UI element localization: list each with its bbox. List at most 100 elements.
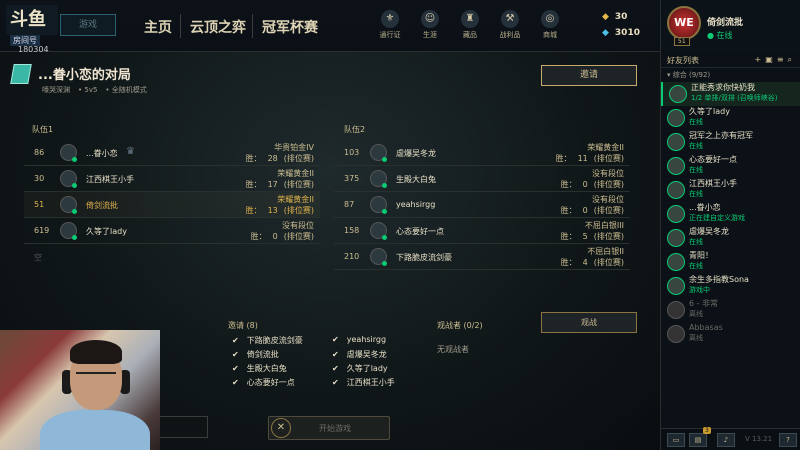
top-navigation-bar: 斗鱼 房间号 180304 游戏 主页 云顶之弈 冠军杯赛 ⚜ 通行证 ☺ 生涯 ♜… bbox=[0, 0, 660, 54]
riot-points: ◆ 3010 bbox=[602, 28, 640, 38]
collection-icon: ♜ bbox=[461, 10, 479, 28]
start-game-button[interactable]: ✕ 开始游戏 bbox=[268, 416, 390, 440]
player-level: 158 bbox=[344, 226, 360, 235]
online-dot bbox=[72, 183, 77, 188]
nav-pass-label: 通行证 bbox=[379, 31, 401, 39]
nav-divider bbox=[252, 14, 253, 38]
friends-tools: +▣≡⌕ bbox=[755, 55, 796, 65]
player-row[interactable]: 375 生殿大白兔 没有段位 胜： 0 (排位赛) bbox=[334, 166, 630, 192]
friend-group-label: 综合 (9/92) bbox=[672, 71, 711, 79]
friend-item[interactable]: 虐爆吴冬龙 在线 bbox=[661, 226, 800, 250]
online-dot bbox=[72, 157, 77, 162]
player-row[interactable]: 103 虐爆吴冬龙 荣耀黄金II 胜： 11 (排位赛) bbox=[334, 140, 630, 166]
webcam-glasses bbox=[76, 372, 116, 382]
nav-loot[interactable]: ⚒ 战利品 bbox=[490, 10, 530, 40]
friend-item[interactable]: 青阳！ 在线 bbox=[661, 250, 800, 274]
invited-name: 江西棋王小手 bbox=[346, 378, 395, 387]
wins-count: 5 bbox=[582, 232, 588, 241]
player-rank: 荣耀黄金II bbox=[277, 169, 314, 178]
player-name: 下路脆皮流剑豪 bbox=[396, 253, 452, 262]
profile-level: 51 bbox=[674, 37, 690, 46]
chat-icon[interactable]: ▭ bbox=[667, 433, 685, 447]
nav-home[interactable]: 主页 bbox=[144, 17, 172, 37]
player-row[interactable]: 30 江西棋王小手 荣耀黄金II 胜： 17 (排位赛) bbox=[24, 166, 320, 192]
player-row[interactable]: 51 倚剑流批 荣耀黄金II 胜： 13 (排位赛) bbox=[24, 192, 320, 218]
friend-item[interactable]: 余生多指教Sona 游戏中 bbox=[661, 274, 800, 298]
empty-slot[interactable]: 空 bbox=[24, 244, 320, 270]
friend-item[interactable]: ...眷小恋 正在建自定义游戏 bbox=[661, 202, 800, 226]
queue-type: (排位赛) bbox=[593, 232, 624, 241]
friend-item[interactable]: 6 - 非常 离线 bbox=[661, 298, 800, 322]
spectate-button[interactable]: 观战 bbox=[541, 312, 637, 333]
friend-status: 游戏中 bbox=[689, 286, 710, 294]
friend-item[interactable]: Abbasas 离线 bbox=[661, 322, 800, 346]
nav-clash[interactable]: 冠军杯赛 bbox=[262, 17, 318, 37]
friend-group-header[interactable]: ▾ 综合 (9/92) bbox=[661, 68, 800, 82]
nav-collection[interactable]: ♜ 藏品 bbox=[450, 10, 490, 40]
friend-avatar bbox=[667, 205, 685, 223]
invited-item: ✔ 倚剑流批 bbox=[232, 349, 332, 363]
player-name: 心态要好一点 bbox=[396, 227, 444, 236]
nav-profile[interactable]: ☺ 生涯 bbox=[410, 10, 450, 40]
friend-status: 在线 bbox=[689, 142, 703, 150]
player-stats: 胜： 5 (排位赛) bbox=[555, 231, 624, 242]
invited-title: 邀请 (8) bbox=[228, 321, 258, 330]
wins-label: 胜： bbox=[250, 232, 267, 241]
nav-divider bbox=[180, 14, 181, 38]
profile-avatar[interactable]: WE bbox=[667, 6, 701, 40]
friend-item[interactable]: 久等了lady 在线 bbox=[661, 106, 800, 130]
queue-type: (排位赛) bbox=[593, 154, 624, 163]
profile-icon: ☺ bbox=[421, 10, 439, 28]
friend-avatar bbox=[669, 85, 687, 103]
voice-icon[interactable]: ♪ bbox=[717, 433, 735, 447]
invite-button[interactable]: 邀请 bbox=[541, 65, 637, 86]
wins-label: 胜： bbox=[245, 180, 262, 189]
profile-panel[interactable]: WE 51 倚剑流批 ● 在线 bbox=[660, 0, 800, 52]
friend-name: 久等了lady bbox=[689, 107, 730, 116]
invited-item: ✔ yeahsirgg bbox=[332, 335, 432, 349]
folder-icon[interactable]: ▣ bbox=[765, 55, 777, 64]
close-icon[interactable]: ✕ bbox=[271, 418, 291, 438]
player-name: yeahsirgg bbox=[396, 200, 436, 209]
player-row[interactable]: 87 yeahsirgg 没有段位 胜： 0 (排位赛) bbox=[334, 192, 630, 218]
player-row[interactable]: 158 心态要好一点 不屈白银III 胜： 5 (排位赛) bbox=[334, 218, 630, 244]
invited-item: ✔ 生殿大白兔 bbox=[232, 363, 332, 377]
player-stats: 胜： 13 (排位赛) bbox=[240, 205, 314, 216]
help-icon[interactable]: ? bbox=[779, 433, 797, 447]
start-game-label: 开始游戏 bbox=[319, 424, 351, 433]
player-rank: 荣耀黄金II bbox=[587, 143, 624, 152]
player-row[interactable]: 619 久等了lady 没有段位 胜： 0 (排位赛) bbox=[24, 218, 320, 244]
friend-status: 在线 bbox=[689, 262, 703, 270]
player-row[interactable]: 210 下路脆皮流剑豪 不屈白银II 胜： 4 (排位赛) bbox=[334, 244, 630, 270]
play-button[interactable]: 游戏 bbox=[60, 14, 116, 36]
nav-store[interactable]: ◎ 商城 bbox=[530, 10, 570, 40]
list-icon[interactable]: ≡ bbox=[777, 55, 788, 64]
team2-list: 103 虐爆吴冬龙 荣耀黄金II 胜： 11 (排位赛) 375 生殿大白兔 没有段位 胜： 0 (排… bbox=[334, 140, 630, 270]
online-dot bbox=[72, 235, 77, 240]
player-rank: 没有段位 bbox=[592, 195, 624, 204]
player-level: 30 bbox=[34, 174, 45, 183]
player-level: 87 bbox=[344, 200, 355, 209]
wins-label: 胜： bbox=[560, 206, 577, 215]
add-friend-icon[interactable]: + bbox=[755, 55, 766, 64]
friend-item[interactable]: 冠军之上亦有冠军 在线 bbox=[661, 130, 800, 154]
friend-item[interactable]: 江西棋王小手 在线 bbox=[661, 178, 800, 202]
friends-footer: ▭ ▤ 3 ♪ V 13.21 ? bbox=[661, 427, 800, 450]
nav-store-label: 商城 bbox=[543, 31, 557, 39]
friend-item[interactable]: 心态要好一点 在线 bbox=[661, 154, 800, 178]
notifications-icon[interactable]: ▤ bbox=[689, 433, 707, 447]
player-name: 倚剑流批 bbox=[86, 201, 118, 210]
friend-item[interactable]: 正能秀求你快奶我 1/2 单排/双排 (召唤师峡谷) bbox=[661, 82, 800, 106]
loot-icon: ⚒ bbox=[501, 10, 519, 28]
search-icon[interactable]: ⌕ bbox=[788, 55, 796, 64]
nav-pass[interactable]: ⚜ 通行证 bbox=[370, 10, 410, 40]
friend-avatar bbox=[667, 277, 685, 295]
friend-avatar bbox=[667, 157, 685, 175]
online-dot bbox=[382, 209, 387, 214]
queue-type: (排位赛) bbox=[283, 232, 314, 241]
player-row[interactable]: 86 ...眷小恋 ♛ 华贵铂金IV 胜： 28 (排位赛) bbox=[24, 140, 320, 166]
check-icon: ✔ bbox=[232, 336, 239, 345]
queue-type: (排位赛) bbox=[593, 180, 624, 189]
check-icon: ✔ bbox=[332, 335, 339, 344]
nav-tft[interactable]: 云顶之弈 bbox=[190, 17, 246, 37]
